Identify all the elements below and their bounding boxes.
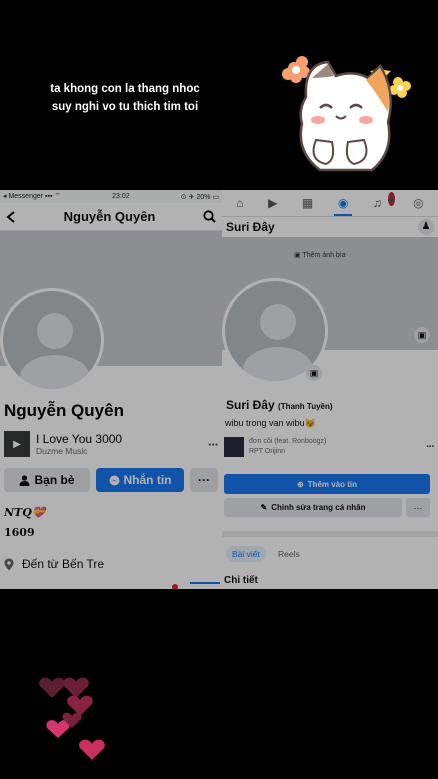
- add-to-story-button[interactable]: ⊕ Thêm vào tin: [224, 474, 430, 494]
- profile-music[interactable]: đơn côi (feat. Ronboogz) RPT Orijinn ···: [224, 436, 435, 458]
- heart-icon: [46, 720, 70, 738]
- details-heading: Chi tiết: [224, 575, 258, 586]
- edit-profile-button[interactable]: ✎ Chỉnh sửa trang cá nhân: [224, 498, 402, 517]
- notification-dot: [172, 584, 178, 589]
- menu-avatar-icon[interactable]: ◎: [413, 196, 423, 210]
- bio-line-1: NTQ💝: [4, 506, 46, 519]
- add-to-story-label: Thêm vào tin: [307, 479, 358, 489]
- edit-profile-label: Chỉnh sửa trang cá nhân: [271, 503, 366, 512]
- nav-bar: Nguyễn Quyên: [0, 203, 222, 231]
- alternate-name: (Thanh Tuyền): [278, 402, 333, 411]
- avatar-camera-icon[interactable]: ▣: [306, 365, 322, 381]
- music-title: đơn côi (feat. Ronboogz): [249, 438, 327, 445]
- camera-icon: ▣: [294, 252, 301, 259]
- tab-reels[interactable]: Reels: [278, 549, 300, 559]
- friends-button-label: Bạn bè: [34, 473, 75, 487]
- more-options-label: ···: [198, 473, 210, 487]
- marketplace-icon[interactable]: ▦: [302, 196, 313, 210]
- search-icon[interactable]: [203, 210, 216, 223]
- plus-circle-icon: ⊕: [296, 479, 304, 489]
- hearts-decoration: [39, 677, 105, 760]
- tab-posts[interactable]: Bài viết: [226, 546, 266, 562]
- music-artist: RPT Orijinn: [249, 448, 286, 455]
- caption-line-2: suy nghi vo tu thich tim toi: [51, 101, 199, 113]
- more-options-label: ···: [413, 502, 423, 513]
- profile-name: Nguyễn Quyên: [4, 401, 124, 420]
- profile-name-text: Suri Đây: [226, 398, 275, 412]
- message-button[interactable]: Nhắn tin: [96, 468, 184, 492]
- message-button-label: Nhắn tin: [123, 473, 172, 487]
- profile-header: Suri Đây ♟: [222, 217, 438, 237]
- notification-badge: 4: [387, 192, 395, 206]
- friends-button[interactable]: Bạn bè: [4, 468, 90, 492]
- status-time: 23:02: [112, 193, 130, 200]
- video-icon[interactable]: ▶: [268, 196, 277, 210]
- home-icon[interactable]: ⌂: [236, 196, 243, 210]
- status-carrier: ◂ Messenger ▪▪▪ ⌔: [3, 193, 61, 200]
- profile-icon[interactable]: ◉: [333, 196, 354, 216]
- profile-music[interactable]: ▶ I Love You 3000 Duzme Music ···: [4, 430, 219, 458]
- flower-icon: [282, 56, 310, 83]
- more-options-button[interactable]: ···: [406, 498, 430, 517]
- avatar[interactable]: [0, 288, 104, 392]
- play-icon: ▶: [13, 438, 21, 450]
- cat-sticker: [282, 56, 411, 172]
- right-profile-screen: ⌂ ▶ ▦ ◉ ♫ 4 ◎ Suri Đây ♟ ▣ Thêm ảnh bìa ▣…: [222, 190, 438, 589]
- caption-line-1: ta khong con la thang nhoc: [50, 83, 200, 95]
- music-more-button[interactable]: ···: [426, 441, 435, 453]
- heart-icon: [67, 695, 93, 716]
- person-icon: [19, 474, 30, 486]
- bottom-tab-bar: [0, 582, 222, 589]
- left-profile-screen: ◂ Messenger ▪▪▪ ⌔ 23:02 ⊙ ✈ 20% ▭ Nguyễn…: [0, 190, 222, 589]
- add-cover-label: Thêm ảnh bìa: [302, 252, 346, 259]
- music-more-button[interactable]: ···: [208, 437, 219, 452]
- more-options-button[interactable]: ···: [190, 468, 218, 492]
- music-thumbnail: ▶: [4, 431, 30, 457]
- back-arrow-icon[interactable]: [6, 210, 16, 223]
- status-bar: ◂ Messenger ▪▪▪ ⌔ 23:02 ⊙ ✈ 20% ▭: [0, 190, 222, 203]
- location-text: Đến từ Bến Tre: [22, 557, 105, 571]
- profile-name: Suri Đây (Thanh Tuyền): [226, 398, 333, 412]
- status-battery: ⊙ ✈ 20% ▭: [180, 193, 219, 201]
- top-nav: ⌂ ▶ ▦ ◉ ♫ 4 ◎: [222, 190, 438, 217]
- location-row: Đến từ Bến Tre: [4, 557, 104, 571]
- messenger-icon: [109, 475, 119, 485]
- bell-icon[interactable]: ♫ 4: [373, 192, 395, 210]
- music-artist: Duzme Music: [36, 446, 88, 456]
- bio-line-2: 1609: [4, 526, 35, 539]
- pin-icon: [4, 558, 14, 570]
- heart-icon: [39, 677, 65, 698]
- action-buttons: Bạn bè Nhắn tin ···: [4, 468, 218, 492]
- add-cover-button[interactable]: ▣ Thêm ảnh bìa: [294, 251, 346, 259]
- switch-profile-icon[interactable]: ♟: [418, 219, 434, 235]
- caption: ta khong con la thang nhoc suy nghi vo t…: [0, 80, 250, 116]
- heart-icon: [63, 677, 89, 698]
- profile-tabs: Bài viết Reels: [222, 531, 438, 571]
- cover-camera-icon[interactable]: ▣: [414, 327, 430, 343]
- music-title: I Love You 3000: [36, 432, 123, 446]
- flower-icon: [389, 77, 411, 98]
- pencil-icon: ✎: [260, 503, 268, 512]
- heart-icon: [79, 739, 105, 760]
- music-thumbnail: [224, 437, 244, 457]
- bio: wibu trong van wibu😼: [225, 418, 316, 428]
- nav-title: Nguyễn Quyên: [63, 209, 156, 224]
- header-name[interactable]: Suri Đây: [226, 220, 275, 234]
- active-tab-indicator: [190, 582, 220, 584]
